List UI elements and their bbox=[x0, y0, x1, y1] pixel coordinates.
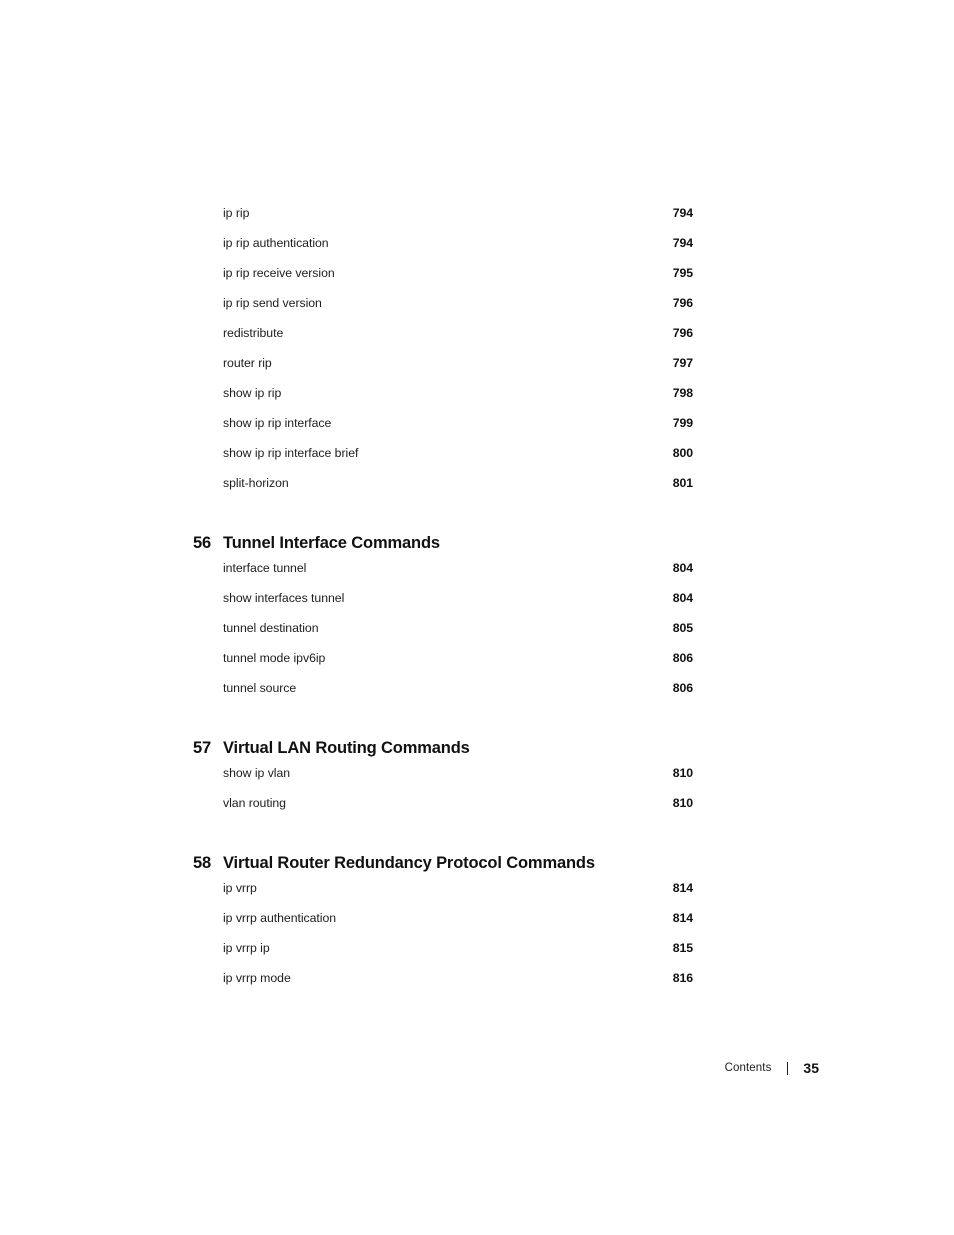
toc-entry-page-number: 797 bbox=[672, 356, 693, 370]
toc-chapter-heading[interactable]: 56 Tunnel Interface Commands bbox=[193, 534, 693, 553]
toc-entry-page-number: 796 bbox=[672, 326, 693, 340]
toc-entry-page-number: 810 bbox=[672, 766, 693, 780]
toc-entry-label: show ip rip interface bbox=[223, 416, 332, 430]
toc-chapter-number: 56 bbox=[193, 534, 212, 552]
footer-separator bbox=[787, 1061, 789, 1075]
toc-chapter-entries: show ip vlan 810 vlan routing 810 bbox=[193, 766, 693, 826]
toc-entry[interactable]: redistribute 796 bbox=[193, 326, 693, 356]
toc-entry[interactable]: show ip rip interface brief 800 bbox=[193, 446, 693, 476]
toc-entry-page-number: 801 bbox=[672, 476, 693, 490]
table-of-contents: ip rip 794 ip rip authentication 794 ip rip … bbox=[193, 206, 693, 1001]
heading-spacer bbox=[193, 758, 693, 766]
toc-entry-page-number: 799 bbox=[672, 416, 693, 430]
toc-entry-label: ip rip authentication bbox=[223, 236, 329, 250]
toc-entry-label: show ip rip interface brief bbox=[223, 446, 359, 460]
toc-entry-page-number: 805 bbox=[672, 621, 693, 635]
toc-entry-page-number: 806 bbox=[672, 681, 693, 695]
toc-entry-label: ip vrrp authentication bbox=[223, 911, 337, 925]
toc-entry-label: redistribute bbox=[223, 326, 284, 340]
toc-chapter-block: 56 Tunnel Interface Commands interface tun… bbox=[193, 534, 693, 711]
toc-entry-label: tunnel mode ipv6ip bbox=[223, 651, 326, 665]
toc-entry-page-number: 798 bbox=[672, 386, 693, 400]
toc-entry[interactable]: ip rip receive version 795 bbox=[193, 266, 693, 296]
toc-entry-label: ip rip receive version bbox=[223, 266, 335, 280]
toc-entry-page-number: 806 bbox=[672, 651, 693, 665]
toc-entry-page-number: 795 bbox=[672, 266, 693, 280]
toc-entry-label: show interfaces tunnel bbox=[223, 591, 345, 605]
toc-chapter-number: 58 bbox=[193, 854, 212, 872]
toc-entry-page-number: 810 bbox=[672, 796, 693, 810]
toc-entry-label: show ip vlan bbox=[223, 766, 291, 780]
toc-entry-label: ip rip send version bbox=[223, 296, 322, 310]
toc-entry-page-number: 804 bbox=[672, 591, 693, 605]
toc-entry-page-number: 816 bbox=[672, 971, 693, 985]
toc-chapter-block: 58 Virtual Router Redundancy Protocol Com… bbox=[193, 854, 693, 1001]
toc-entry[interactable]: vlan routing 810 bbox=[193, 796, 693, 826]
toc-entry-label: split-horizon bbox=[223, 476, 289, 490]
toc-entry-label: tunnel source bbox=[223, 681, 297, 695]
toc-entry-label: tunnel destination bbox=[223, 621, 319, 635]
toc-entry[interactable]: show ip rip interface 799 bbox=[193, 416, 693, 446]
heading-spacer bbox=[193, 873, 693, 881]
toc-entry-label: vlan routing bbox=[223, 796, 286, 810]
toc-entry[interactable]: show ip rip 798 bbox=[193, 386, 693, 416]
document-page: ip rip 794 ip rip authentication 794 ip rip … bbox=[0, 0, 954, 1235]
toc-entry[interactable]: ip vrrp 814 bbox=[193, 881, 693, 911]
toc-entry-page-number: 814 bbox=[672, 881, 693, 895]
toc-chapter-block: 57 Virtual LAN Routing Commands show ip vl… bbox=[193, 739, 693, 826]
footer-page-number: 35 bbox=[803, 1060, 819, 1076]
toc-entry-label: ip rip bbox=[223, 206, 250, 220]
toc-entry-label: ip vrrp mode bbox=[223, 971, 291, 985]
toc-chapter-heading[interactable]: 57 Virtual LAN Routing Commands bbox=[193, 739, 693, 758]
chapter-spacer bbox=[193, 711, 693, 739]
toc-entry-label: router rip bbox=[223, 356, 272, 370]
toc-entry[interactable]: tunnel mode ipv6ip 806 bbox=[193, 651, 693, 681]
toc-entry-page-number: 800 bbox=[672, 446, 693, 460]
toc-entry-label: ip vrrp ip bbox=[223, 941, 270, 955]
toc-entry[interactable]: router rip 797 bbox=[193, 356, 693, 386]
toc-entry[interactable]: ip rip 794 bbox=[193, 206, 693, 236]
toc-entry[interactable]: split-horizon 801 bbox=[193, 476, 693, 506]
toc-continuation-entries: ip rip 794 ip rip authentication 794 ip rip … bbox=[193, 206, 693, 506]
toc-entry[interactable]: tunnel source 806 bbox=[193, 681, 693, 711]
toc-entry[interactable]: ip rip authentication 794 bbox=[193, 236, 693, 266]
toc-chapter-number: 57 bbox=[193, 739, 212, 757]
toc-chapter-title: Virtual LAN Routing Commands bbox=[223, 739, 470, 757]
toc-entry-page-number: 794 bbox=[672, 206, 693, 220]
toc-entry-label: ip vrrp bbox=[223, 881, 257, 895]
page-footer: Contents 35 bbox=[0, 1060, 819, 1076]
footer-section-label: Contents bbox=[724, 1062, 772, 1074]
toc-entry-label: show ip rip bbox=[223, 386, 282, 400]
toc-entry[interactable]: ip vrrp authentication 814 bbox=[193, 911, 693, 941]
toc-chapter-title: Virtual Router Redundancy Protocol Comma… bbox=[223, 854, 595, 872]
toc-chapter-title: Tunnel Interface Commands bbox=[223, 534, 440, 552]
toc-entry[interactable]: interface tunnel 804 bbox=[193, 561, 693, 591]
toc-entry[interactable]: tunnel destination 805 bbox=[193, 621, 693, 651]
toc-entry-label: interface tunnel bbox=[223, 561, 307, 575]
toc-chapter-list: 56 Tunnel Interface Commands interface tun… bbox=[193, 506, 693, 1001]
toc-chapter-entries: interface tunnel 804 show interfaces tunne… bbox=[193, 561, 693, 711]
chapter-spacer bbox=[193, 506, 693, 534]
toc-entry[interactable]: ip vrrp mode 816 bbox=[193, 971, 693, 1001]
toc-entry[interactable]: ip rip send version 796 bbox=[193, 296, 693, 326]
toc-entry-page-number: 796 bbox=[672, 296, 693, 310]
toc-entry-page-number: 814 bbox=[672, 911, 693, 925]
toc-entry-page-number: 804 bbox=[672, 561, 693, 575]
heading-spacer bbox=[193, 553, 693, 561]
chapter-spacer bbox=[193, 826, 693, 854]
toc-chapter-entries: ip vrrp 814 ip vrrp authentication 814 ip vr… bbox=[193, 881, 693, 1001]
toc-entry-page-number: 815 bbox=[672, 941, 693, 955]
toc-entry[interactable]: ip vrrp ip 815 bbox=[193, 941, 693, 971]
toc-entry[interactable]: show interfaces tunnel 804 bbox=[193, 591, 693, 621]
toc-entry[interactable]: show ip vlan 810 bbox=[193, 766, 693, 796]
toc-chapter-heading[interactable]: 58 Virtual Router Redundancy Protocol Com… bbox=[193, 854, 693, 873]
toc-entry-page-number: 794 bbox=[672, 236, 693, 250]
